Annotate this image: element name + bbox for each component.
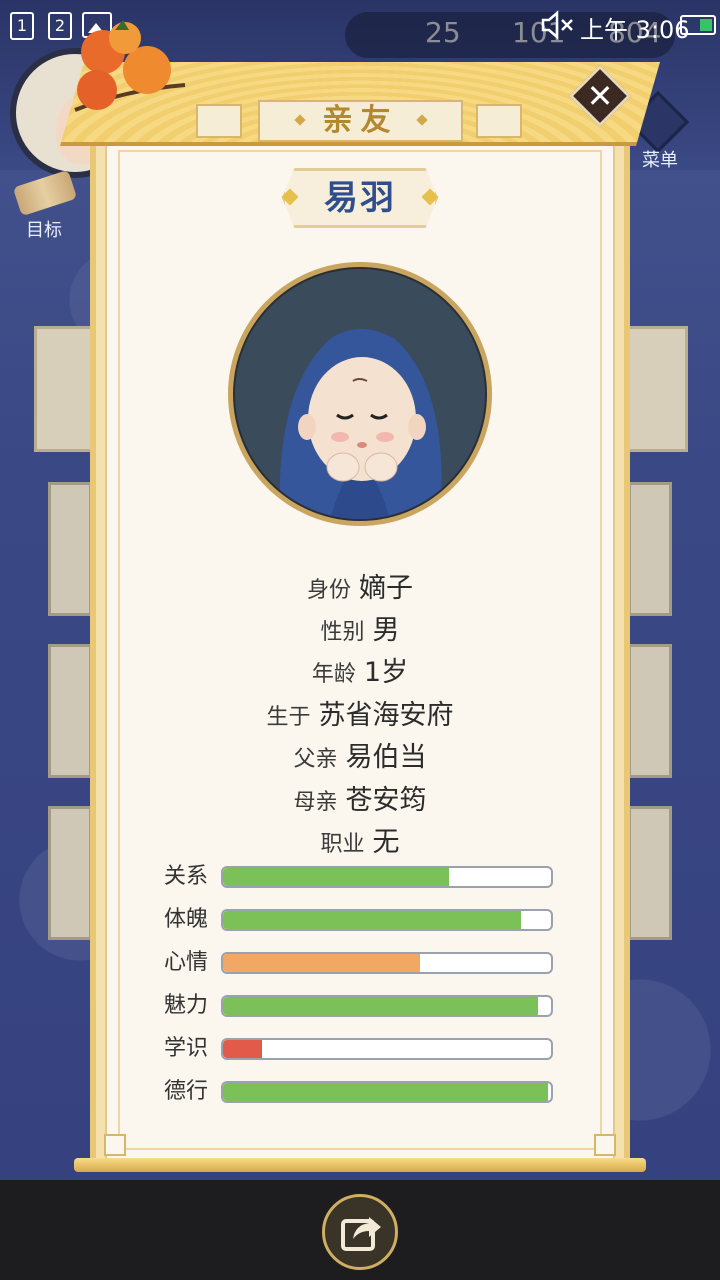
info-value: 1岁 [363,657,409,688]
stat-fill [223,868,450,886]
corner-ornament [594,1134,616,1156]
stat-label-mood: 心情 [164,950,209,975]
stat-fill [223,1083,548,1101]
stat-label-charm: 魅力 [164,993,209,1018]
background-card [48,482,92,616]
background-card [34,326,96,452]
info-label: 母亲 [293,790,338,815]
persimmon-decoration-icon [74,20,186,112]
info-label: 年龄 [311,662,356,687]
stat-label-virtue: 德行 [164,1079,209,1104]
info-row-occupation: 职业无 [120,820,600,859]
info-label: 生于 [266,705,311,730]
info-value: 苍安筠 [345,785,427,816]
target-label: 目标 [26,220,62,241]
info-value: 易伯当 [345,742,427,773]
corner-ornament [104,1134,126,1156]
background-card [628,806,672,940]
info-label: 父亲 [293,747,338,772]
dialog-bottom-rail [74,1158,646,1172]
stat-label-physique: 体魄 [164,907,209,932]
character-portrait [228,262,492,526]
info-label: 身份 [306,578,351,603]
stat-label-knowledge: 学识 [164,1036,209,1061]
info-row-mother: 母亲 苍安筠 [120,778,600,817]
info-value: 男 [372,615,400,646]
background-card [628,482,672,616]
info-value: 嫡子 [359,573,413,604]
stat-bar-virtue [221,1081,553,1103]
info-label: 性别 [320,620,365,645]
stat-bar-mood [221,952,553,974]
info-value: 苏省海安府 [318,700,454,731]
clock: 上午 3:06 [580,16,690,44]
dialog-title: 亲友 [322,103,399,138]
title-ornament [196,104,242,138]
info-value: 无 [372,827,400,858]
info-label: 职业 [320,832,365,857]
stat-bar-physique [221,909,553,931]
info-row-birthplace: 生于 苏省海安府 [120,693,600,732]
stat-fill [223,954,420,972]
background-card [48,806,92,940]
info-row-father: 父亲 易伯当 [120,735,600,774]
mute-icon [541,10,573,40]
info-row-age: 年龄 1岁 [120,650,600,689]
background-card [624,326,688,452]
stat-fill [223,911,522,929]
battery-icon [680,15,716,35]
stat-bar-charm [221,995,553,1017]
stat-bar-knowledge [221,1038,553,1060]
info-row-gender: 性别男 [120,608,600,647]
info-row-status: 身份 嫡子 [120,566,600,605]
background-card [48,644,92,778]
target-button[interactable]: 目标 [12,169,78,241]
share-icon [341,1217,381,1251]
background-card [628,644,672,778]
stat-fill [223,1040,263,1058]
stat-fill [223,997,538,1015]
baby-portrait-icon [279,329,442,519]
stat-label-relation: 关系 [164,864,209,889]
share-button[interactable] [322,1194,398,1270]
stat-bar-relation [221,866,553,888]
sim-1-icon: 1 [10,12,34,40]
character-name: 易羽 [324,178,396,218]
title-ornament [476,104,522,138]
